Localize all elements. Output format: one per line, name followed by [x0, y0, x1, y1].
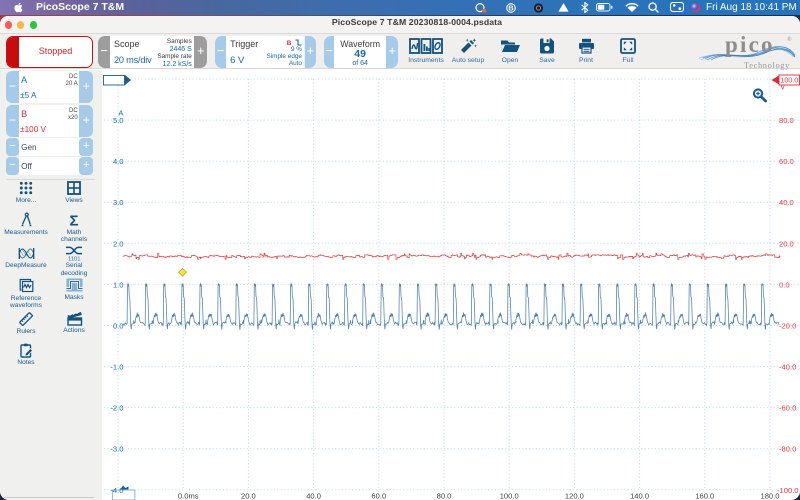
svg-text:60.0: 60.0	[371, 491, 386, 500]
svg-text:-4.0: -4.0	[110, 485, 123, 494]
svg-text:-60.0: -60.0	[779, 403, 796, 412]
svg-text:20.0: 20.0	[241, 491, 256, 500]
svg-text:20.0: 20.0	[779, 239, 794, 248]
svg-text:40.0: 40.0	[779, 198, 794, 207]
svg-text:0.0: 0.0	[113, 321, 124, 330]
svg-text:160.0: 160.0	[695, 491, 714, 500]
svg-text:4.0: 4.0	[113, 157, 124, 166]
svg-text:3.0: 3.0	[113, 198, 124, 207]
svg-text:2.0: 2.0	[113, 239, 124, 248]
svg-text:60.0: 60.0	[779, 157, 794, 166]
svg-text:80.0: 80.0	[779, 116, 794, 125]
svg-text:-3.0: -3.0	[110, 444, 123, 453]
svg-text:180.0: 180.0	[760, 491, 779, 500]
svg-text:80.0: 80.0	[437, 491, 452, 500]
svg-text:1101: 1101	[68, 256, 80, 261]
svg-text:1.0: 1.0	[113, 280, 124, 289]
svg-text:®: ®	[787, 36, 792, 43]
svg-text:0.0: 0.0	[779, 280, 790, 289]
svg-text:100.0: 100.0	[780, 75, 798, 84]
svg-text:120.0: 120.0	[565, 491, 584, 500]
svg-text:40.0: 40.0	[306, 491, 321, 500]
svg-text:140.0: 140.0	[630, 491, 649, 500]
svg-text:-40.0: -40.0	[779, 362, 796, 371]
svg-text:-20.0: -20.0	[779, 321, 796, 330]
svg-text:0.0: 0.0	[178, 491, 189, 500]
svg-text:pico: pico	[725, 34, 775, 57]
svg-text:-80.0: -80.0	[779, 444, 796, 453]
svg-text:ms: ms	[188, 491, 198, 500]
svg-text:-100.0: -100.0	[777, 485, 799, 494]
svg-text:-1.0: -1.0	[110, 362, 123, 371]
svg-text:Technology: Technology	[744, 60, 790, 70]
svg-text:-2.0: -2.0	[110, 403, 123, 412]
svg-text:Σ: Σ	[69, 213, 78, 228]
svg-text:100.0: 100.0	[500, 491, 519, 500]
svg-text:A: A	[118, 108, 124, 117]
svg-text:B: B	[508, 3, 514, 12]
